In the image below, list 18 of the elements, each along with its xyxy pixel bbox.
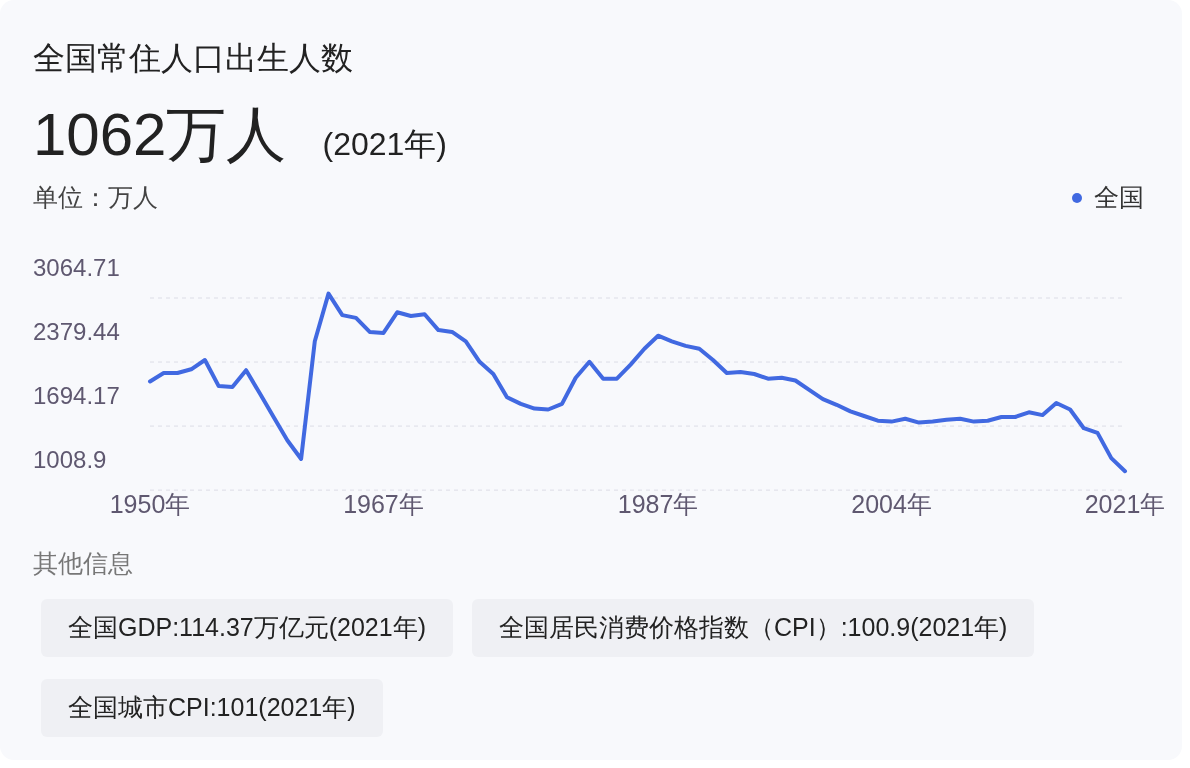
y-axis-label: 2379.44 bbox=[33, 317, 120, 345]
headline-year: (2021年) bbox=[322, 125, 447, 164]
x-axis-label: 1987年 bbox=[617, 490, 699, 518]
info-tag[interactable]: 全国居民消费价格指数（CPI）:100.9(2021年) bbox=[472, 599, 1035, 657]
x-axis-label: 1950年 bbox=[109, 490, 191, 518]
unit-label: 单位：万人 bbox=[33, 182, 158, 214]
headline-value: 1062万人 bbox=[33, 103, 287, 167]
y-axis-label: 1694.17 bbox=[33, 381, 120, 409]
y-axis-label: 3064.71 bbox=[33, 253, 120, 281]
x-axis-label: 1967年 bbox=[343, 490, 424, 518]
x-axis-label: 2004年 bbox=[851, 490, 932, 518]
section-heading: 其他信息 bbox=[33, 548, 134, 579]
y-axis-label: 1008.9 bbox=[33, 445, 107, 473]
legend-label: 全国 bbox=[1094, 182, 1144, 214]
x-axis-label: 2021年 bbox=[1084, 490, 1166, 518]
card-title: 全国常住人口出生人数 bbox=[33, 39, 354, 78]
info-tag[interactable]: 全国城市CPI:101(2021年) bbox=[41, 679, 383, 737]
info-tag[interactable]: 全国GDP:114.37万亿元(2021年) bbox=[41, 599, 453, 657]
